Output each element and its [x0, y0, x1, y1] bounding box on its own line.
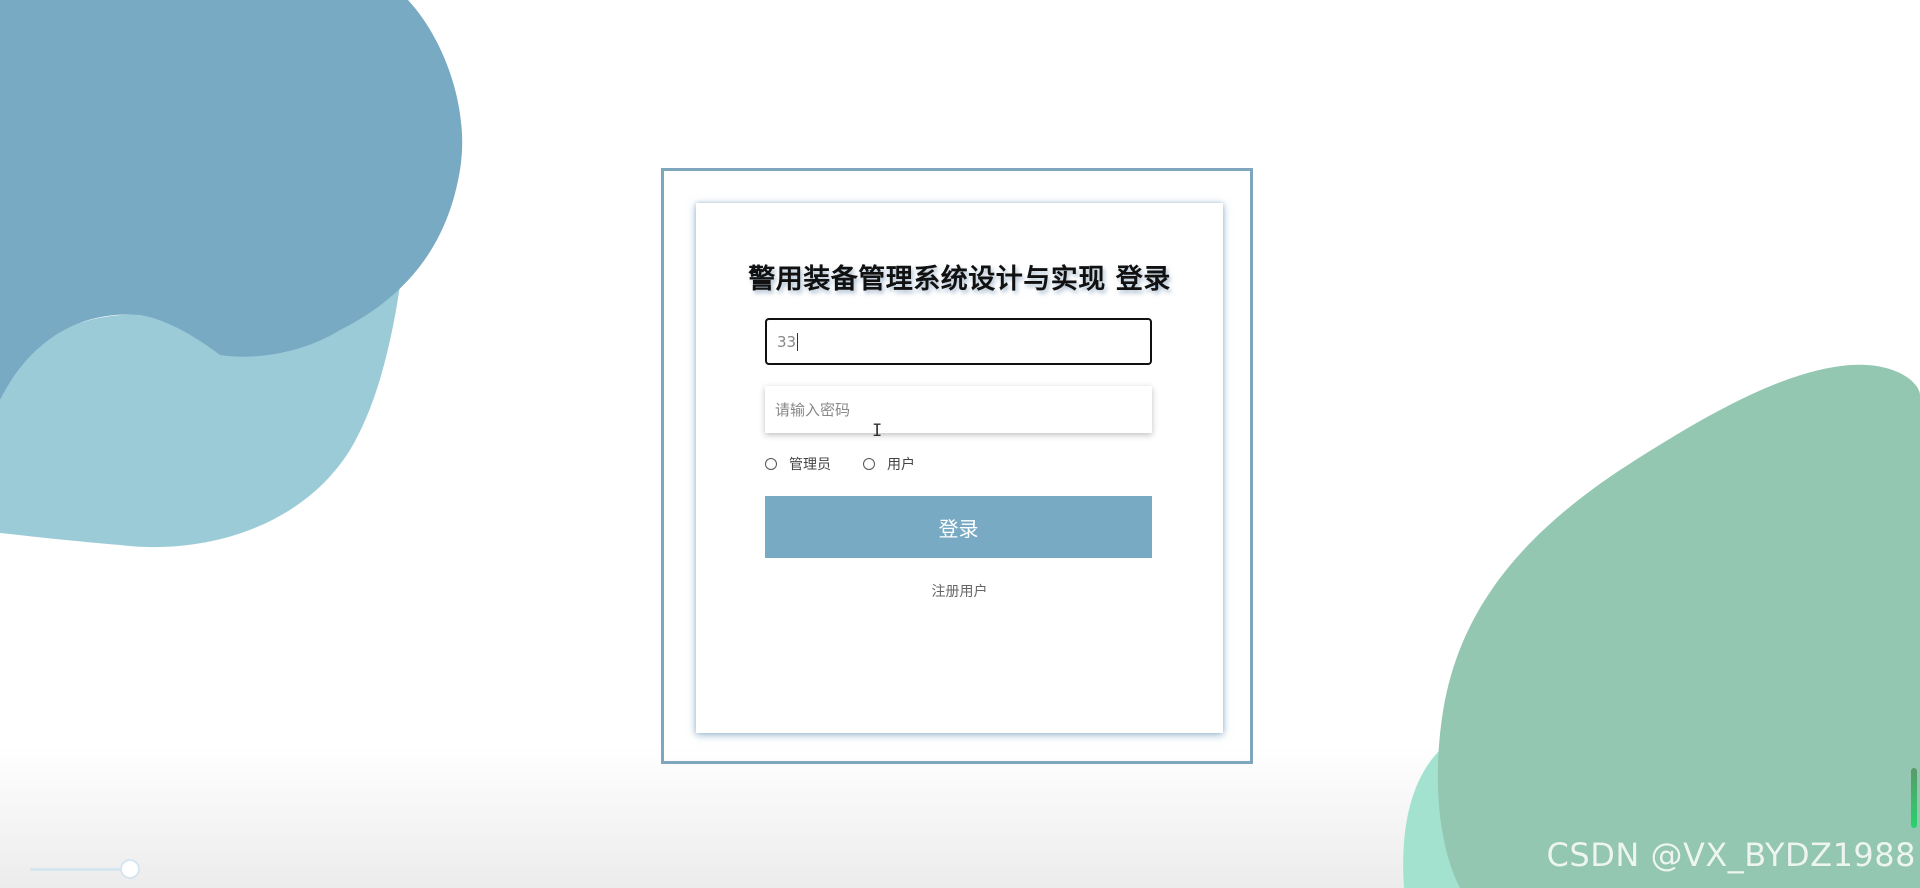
register-link[interactable]: 注册用户	[696, 581, 1223, 601]
login-title: 警用装备管理系统设计与实现 登录	[748, 264, 1171, 295]
watermark-text: CSDN @VX_BYDZ1988	[1546, 836, 1916, 874]
login-card: 警用装备管理系统设计与实现 登录 33 请输入密码 I 管理员 用户 登录 注册…	[696, 203, 1223, 733]
radio-circle-icon[interactable]	[863, 458, 875, 470]
bottom-slider[interactable]	[30, 858, 140, 882]
login-button[interactable]: 登录	[765, 496, 1152, 558]
blob-right-green	[1437, 364, 1920, 888]
page-background: 警用装备管理系统设计与实现 登录 33 请输入密码 I 管理员 用户 登录 注册…	[0, 0, 1920, 888]
password-placeholder: 请输入密码	[775, 401, 851, 419]
username-value: 33	[777, 332, 797, 351]
role-label-admin: 管理员	[789, 457, 831, 473]
password-input[interactable]: 请输入密码	[765, 386, 1152, 433]
username-input[interactable]: 33	[765, 318, 1152, 365]
role-radio-user[interactable]: 用户	[863, 454, 915, 474]
text-cursor-icon: I	[872, 421, 883, 441]
text-caret	[797, 332, 799, 351]
role-radio-admin[interactable]: 管理员	[765, 454, 831, 474]
role-radio-group: 管理员 用户	[765, 454, 947, 474]
scroll-indicator[interactable]	[1911, 768, 1917, 828]
role-label-user: 用户	[887, 457, 915, 473]
slider-knob[interactable]	[120, 859, 140, 879]
radio-circle-icon[interactable]	[765, 458, 777, 470]
slider-track[interactable]	[30, 868, 130, 871]
